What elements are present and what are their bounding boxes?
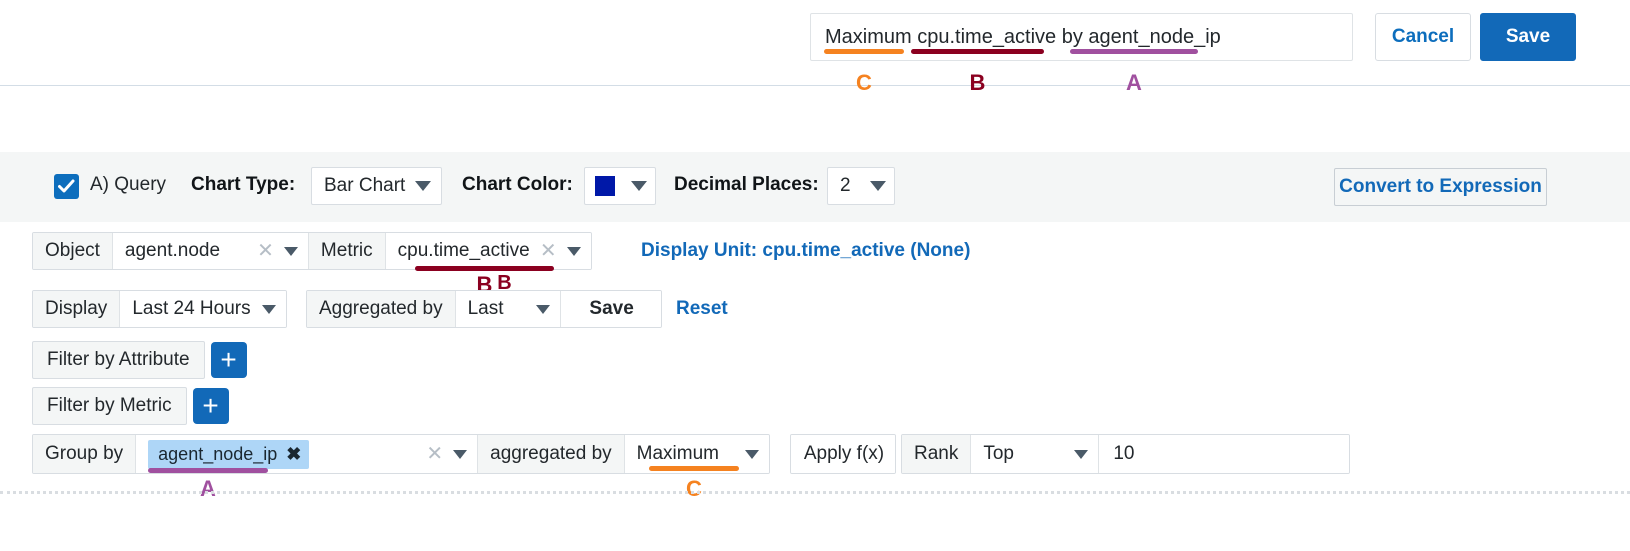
annotation-letter-c-title: C [824,70,904,96]
display-range-select[interactable]: Last 24 Hours [120,291,286,327]
rank-direction-select[interactable]: Top [971,435,1099,473]
chevron-down-icon [415,181,431,191]
group-by-chip-label: agent_node_ip [158,444,277,465]
chart-color-select[interactable] [584,167,656,205]
annotation-letter-a-groupby: A [148,476,268,502]
section-divider [0,491,1630,494]
filter-by-attribute-row: Filter by Attribute + [32,341,247,379]
chevron-down-icon [284,247,298,256]
filter-by-metric-row: Filter by Metric + [32,387,229,425]
rank-count-field[interactable]: 10 [1099,435,1349,473]
query-enabled-checkbox[interactable] [54,174,79,199]
chevron-down-icon [631,181,647,191]
chevron-down-icon [453,450,467,459]
aggregated-by-label: Aggregated by [307,291,456,327]
save-aggregation-button[interactable]: Save [561,291,661,327]
add-metric-filter-button[interactable]: + [193,388,229,424]
aggregated-by-value: Last [468,298,504,320]
display-range-value: Last 24 Hours [132,298,250,320]
decimal-places-select[interactable]: 2 [827,167,895,205]
annotation-letter-a-title: A [1070,70,1198,96]
filter-by-attribute-button[interactable]: Filter by Attribute [32,341,205,379]
save-button[interactable]: Save [1480,13,1576,61]
annotation-underline-c-aggby [649,466,739,471]
chart-color-label: Chart Color: [462,174,573,196]
metric-select[interactable]: cpu.time_active ✕ [386,233,591,269]
annotation-underline-a-groupby [148,468,268,473]
group-by-chip[interactable]: agent_node_ip ✖ [148,440,309,469]
apply-fx-group: Apply f(x) [790,434,896,474]
group-aggregated-by-value: Maximum [637,443,719,465]
chevron-down-icon [1074,450,1088,459]
annotation-underline-b [911,49,1044,54]
display-unit-link[interactable]: Display Unit: cpu.time_active (None) [641,240,970,262]
widget-title-field-wrap [810,13,1353,61]
chevron-down-icon [536,305,550,314]
filter-by-metric-button[interactable]: Filter by Metric [32,387,187,425]
annotation-underline-b-metric [415,266,554,271]
rank-label: Rank [902,435,971,473]
chart-type-select[interactable]: Bar Chart [311,167,442,205]
cancel-button[interactable]: Cancel [1375,13,1471,61]
rank-count-value: 10 [1099,443,1134,465]
header-bar: C B A Cancel Save [0,0,1630,86]
query-label: A) Query [90,174,166,196]
display-label: Display [33,291,120,327]
chevron-down-icon [745,450,759,459]
check-icon [58,179,75,194]
reset-button[interactable]: Reset [676,298,728,320]
clear-icon[interactable]: ✕ [426,444,443,464]
object-value: agent.node [125,240,220,262]
metric-value: cpu.time_active [398,240,530,262]
add-attribute-filter-button[interactable]: + [211,342,247,378]
annotation-letter-b-aggregated: B [452,272,557,295]
metric-label: Metric [309,233,386,269]
apply-fx-button[interactable]: Apply f(x) [791,435,895,473]
annotation-letter-b-title: B [911,70,1044,96]
group-by-label: Group by [33,435,136,473]
aggregated-by-group: Aggregated by Last Save [306,290,662,328]
chevron-down-icon [870,181,886,191]
chart-type-value: Bar Chart [324,175,405,197]
rank-direction-value: Top [983,443,1014,465]
chart-color-swatch [595,176,615,196]
group-aggregated-by-label: aggregated by [478,435,625,473]
clear-icon[interactable]: ✕ [540,241,557,261]
convert-to-expression-button[interactable]: Convert to Expression [1334,168,1547,206]
clear-icon[interactable]: ✕ [257,241,274,261]
chart-type-label: Chart Type: [191,174,295,196]
object-select[interactable]: agent.node ✕ [113,233,309,269]
aggregated-by-select[interactable]: Last [456,291,561,327]
object-metric-row: Object agent.node ✕ Metric cpu.time_acti… [32,232,592,270]
chip-remove-icon[interactable]: ✖ [286,444,301,465]
object-label: Object [33,233,113,269]
decimal-places-value: 2 [840,175,851,197]
rank-group: Rank Top 10 [901,434,1350,474]
annotation-letter-c-aggby: C [649,476,739,502]
display-row-left: Display Last 24 Hours [32,290,287,328]
chevron-down-icon [567,247,581,256]
annotation-underline-a [1070,49,1198,54]
annotation-underline-c [824,49,904,54]
chevron-down-icon [262,305,276,314]
decimal-places-label: Decimal Places: [674,174,819,196]
